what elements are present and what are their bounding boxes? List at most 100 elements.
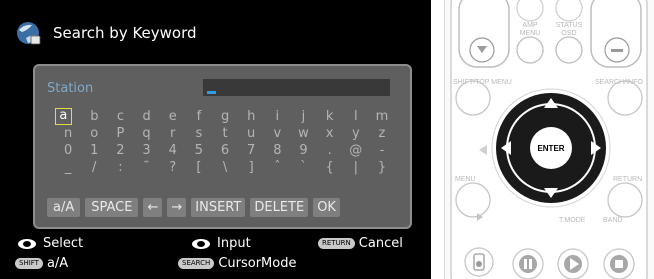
character-key[interactable]: g <box>212 108 238 125</box>
character-key[interactable]: . <box>317 142 343 159</box>
character-key[interactable]: d <box>134 108 160 125</box>
character-key[interactable]: m <box>369 108 395 125</box>
character-key[interactable]: ? <box>160 159 186 176</box>
screen-title: Search by Keyword <box>53 24 197 42</box>
character-key[interactable]: v <box>264 125 290 142</box>
legend-select-label: Select <box>43 236 84 251</box>
osd-label: OSD <box>561 30 577 37</box>
character-key[interactable]: u <box>238 125 264 142</box>
character-key[interactable]: ] <box>238 159 264 176</box>
character-key[interactable]: n <box>55 125 81 142</box>
dpad-left-button[interactable] <box>497 134 517 162</box>
character-key[interactable]: _ <box>55 159 81 176</box>
character-key[interactable]: w <box>290 125 316 142</box>
keyboard-row: abcdefghijklm <box>55 108 395 125</box>
character-key[interactable]: ˜ <box>133 159 159 176</box>
dpad-down-button[interactable] <box>537 183 565 203</box>
character-key[interactable]: 7 <box>238 142 264 159</box>
keyword-input[interactable] <box>203 79 390 96</box>
enter-label: ENTER <box>537 143 565 153</box>
search-info-label: SEARCH/INFO <box>595 79 643 86</box>
keyboard-panel: Station abcdefghijklmnoPqrstuvwxyz012345… <box>33 64 412 229</box>
character-key[interactable]: \ <box>212 159 238 176</box>
tmode-label: T.MODE <box>559 217 586 224</box>
menu-label: MENU <box>455 176 476 183</box>
tv-screen: Search by Keyword Station abcdefghijklmn… <box>0 0 431 279</box>
dpad-right-button[interactable] <box>586 134 606 162</box>
legend-input: Input <box>192 236 251 251</box>
character-key[interactable]: @ <box>343 142 369 159</box>
case-toggle-key[interactable]: a/A <box>47 198 81 217</box>
character-key[interactable]: f <box>186 108 212 125</box>
character-key[interactable]: s <box>186 125 212 142</box>
shift-top-menu-label: SHIFT/TOP MENU <box>453 79 512 86</box>
character-key[interactable]: h <box>238 108 264 125</box>
character-key[interactable]: ` <box>290 159 316 176</box>
character-key[interactable]: z <box>369 125 395 142</box>
keyboard-row: _ /: ˜?[\] ˆ `{|} <box>55 159 395 176</box>
button-legend: Select Input RETURN Cancel SHIFT a/A SEA… <box>0 234 431 279</box>
space-key[interactable]: SPACE <box>85 198 139 217</box>
character-key[interactable]: } <box>369 159 395 176</box>
dpad-up-button[interactable] <box>537 94 565 114</box>
character-key[interactable]: b <box>81 108 107 125</box>
character-key[interactable]: r <box>160 125 186 142</box>
keyboard-row: 0 1 2 3 4 5 6 7 8 9. @ - <box>55 142 395 159</box>
legend-cursor-label: CursorMode <box>218 256 297 271</box>
title-bar: Search by Keyword <box>14 18 197 48</box>
character-grid: a b c d e f g h i j k l m n o Pq r s t u v w x y z 0 1 2 3 4 5 6 7 8 9. @ - _… <box>55 108 395 176</box>
character-key[interactable]: 3 <box>133 142 159 159</box>
character-key[interactable]: 6 <box>212 142 238 159</box>
text-cursor <box>207 91 216 94</box>
character-key[interactable]: o <box>81 125 107 142</box>
character-key[interactable]: k <box>317 108 343 125</box>
field-label: Station <box>47 81 94 96</box>
character-key[interactable]: { <box>317 159 343 176</box>
enter-button[interactable]: ENTER <box>530 127 572 169</box>
character-key[interactable]: : <box>107 159 133 176</box>
character-key[interactable]: [ <box>186 159 212 176</box>
status-label: STATUS <box>555 22 583 29</box>
ok-key[interactable]: OK <box>313 198 340 217</box>
shift-button-icon: SHIFT <box>15 258 43 269</box>
legend-search: SEARCH CursorMode <box>178 256 296 271</box>
character-key[interactable]: 0 <box>55 142 81 159</box>
character-key[interactable]: - <box>369 142 395 159</box>
character-key[interactable]: i <box>264 108 290 125</box>
character-key[interactable]: j <box>290 108 316 125</box>
character-key[interactable]: | <box>343 159 369 176</box>
cursor-right-key[interactable]: → <box>167 198 187 217</box>
globe-icon <box>14 18 44 48</box>
character-key[interactable]: 9 <box>290 142 316 159</box>
keyboard-row: noPqrstuvwxyz <box>55 125 395 142</box>
return-label: RETURN <box>613 176 643 183</box>
delete-key[interactable]: DELETE <box>250 198 309 217</box>
character-key[interactable]: y <box>343 125 369 142</box>
character-key[interactable]: l <box>343 108 369 125</box>
character-key[interactable]: 8 <box>264 142 290 159</box>
character-key[interactable]: c <box>107 108 133 125</box>
character-key[interactable]: / <box>81 159 107 176</box>
cursor-left-key[interactable]: ← <box>143 198 163 217</box>
insert-key[interactable]: INSERT <box>191 198 246 217</box>
character-key[interactable]: 5 <box>186 142 212 159</box>
enter-button-icon <box>192 238 210 249</box>
legend-cancel: RETURN Cancel <box>318 236 403 251</box>
function-key-row: a/A SPACE ← → INSERT DELETE OK <box>47 198 340 217</box>
legend-input-label: Input <box>217 236 251 251</box>
character-key[interactable]: 4 <box>160 142 186 159</box>
character-key[interactable]: 1 <box>81 142 107 159</box>
legend-shift: SHIFT a/A <box>15 256 68 271</box>
legend-select: Select <box>18 236 83 251</box>
cursor-button-icon <box>18 238 36 249</box>
character-key[interactable]: ˆ <box>264 159 290 176</box>
amp-menu-label: AMP MENU <box>519 22 541 37</box>
character-key[interactable]: t <box>212 125 238 142</box>
character-key[interactable]: a <box>55 108 72 125</box>
remote-control: ENTER AMP MENU STATUS OSD SHIFT/TOP MENU… <box>444 0 654 279</box>
character-key[interactable]: 2 <box>107 142 133 159</box>
character-key[interactable]: x <box>317 125 343 142</box>
character-key[interactable]: e <box>160 108 186 125</box>
character-key[interactable]: q <box>133 125 159 142</box>
character-key[interactable]: P <box>107 125 133 142</box>
